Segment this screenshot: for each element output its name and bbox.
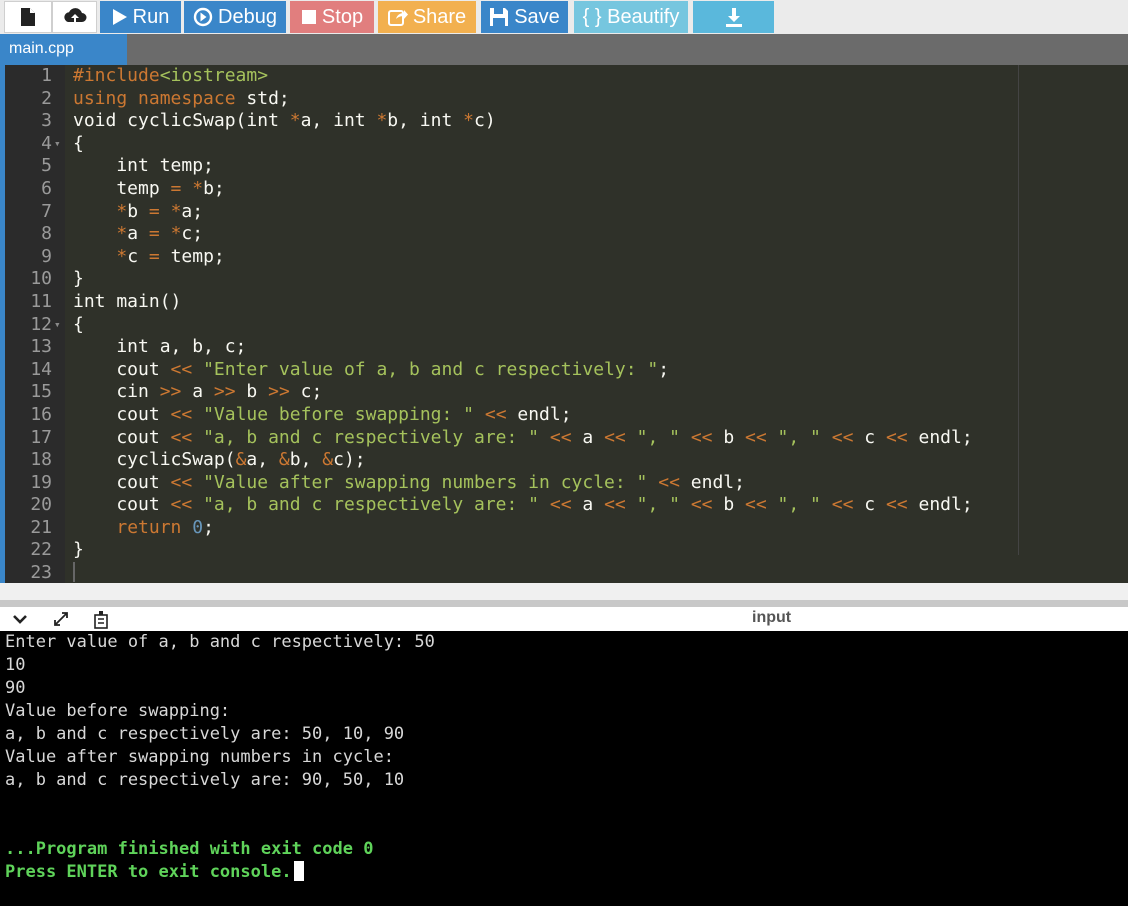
share-label: Share	[412, 5, 467, 28]
beautify-button[interactable]: { } Beautify	[574, 1, 688, 33]
code-line: 20 cout << "a, b and c respectively are:…	[30, 494, 973, 516]
code-line: 1 #include<iostream>	[41, 65, 269, 86]
code-line: 23	[30, 562, 52, 584]
input-label[interactable]: input	[752, 607, 791, 629]
expand-icon[interactable]	[52, 608, 70, 630]
press-enter-prompt: Press ENTER to exit console.	[5, 861, 304, 883]
chevron-down-icon[interactable]	[12, 608, 28, 630]
upload-icon	[63, 8, 87, 26]
code-line: 8 *a = *c;	[41, 223, 204, 245]
console-line: a, b and c respectively are: 50, 10, 90	[5, 724, 405, 744]
console-line: Value after swapping numbers in cycle:	[5, 747, 394, 767]
code-line: 17 cout << "a, b and c respectively are:…	[30, 426, 973, 448]
code-line: 2 using namespace std;	[41, 87, 290, 109]
beautify-label: { } Beautify	[582, 5, 680, 28]
code-line: 3 void cyclicSwap(int *a, int *b, int *c)	[41, 110, 496, 132]
console-line: a, b and c respectively are: 90, 50, 10	[5, 770, 405, 790]
code-line: 5 int temp;	[41, 155, 214, 177]
code-lines: 1 #include<iostream> 2 using namespace std…	[0, 65, 1128, 585]
save-icon	[489, 7, 509, 27]
stop-button[interactable]: Stop	[290, 1, 374, 33]
code-editor[interactable]: 1 #include<iostream> 2 using namespace std…	[0, 65, 1128, 583]
editor-console-separator	[0, 583, 1128, 600]
code-line: 19 cout << "Value after swapping numbers…	[30, 471, 745, 493]
code-line: 13 int a, b, c;	[30, 336, 247, 358]
upload-button[interactable]	[52, 1, 97, 33]
console-line: Enter value of a, b and c respectively: …	[5, 632, 435, 652]
press-enter-text: Press ENTER to exit console.	[5, 862, 292, 882]
program-finished-message: ...Program finished with exit code 0	[5, 839, 374, 859]
share-icon	[387, 8, 408, 26]
console-line: 90	[5, 678, 26, 698]
code-line: 12 ▾{	[30, 313, 84, 337]
console-cursor	[293, 861, 304, 881]
code-line: 11 int main()	[30, 290, 182, 312]
fold-toggle[interactable]: ▾	[54, 314, 61, 337]
save-button[interactable]: Save	[481, 1, 568, 33]
code-line: 14 cout << "Enter value of a, b and c re…	[30, 358, 670, 380]
file-tab-bar: main.cpp	[0, 34, 1128, 65]
play-icon	[112, 8, 128, 26]
run-label: Run	[132, 5, 170, 28]
share-button[interactable]: Share	[378, 1, 476, 33]
code-line: 7 *b = *a;	[41, 200, 204, 222]
stop-icon	[301, 9, 317, 25]
new-file-button[interactable]	[4, 1, 52, 33]
code-line: 4 ▾{	[41, 132, 84, 156]
run-button[interactable]: Run	[100, 1, 181, 33]
text-cursor	[73, 562, 75, 582]
fold-toggle[interactable]: ▾	[54, 133, 61, 156]
console-output[interactable]: Enter value of a, b and c respectively: …	[0, 631, 1128, 906]
download-button[interactable]	[693, 1, 774, 33]
debug-button[interactable]: Debug	[184, 1, 286, 33]
code-line: 18 cyclicSwap(&a, &b, &c);	[30, 449, 366, 471]
console-header: input	[0, 607, 1128, 631]
save-label: Save	[514, 5, 560, 28]
new-file-icon	[20, 7, 36, 27]
download-icon	[724, 7, 744, 27]
stop-label: Stop	[321, 5, 364, 28]
toolbar: Run Debug Stop Share Save { } Beautify	[0, 0, 1128, 34]
panel-splitter[interactable]	[0, 600, 1128, 607]
code-line: 6 temp = *b;	[41, 177, 225, 199]
code-line: 10}	[30, 268, 84, 290]
debug-icon	[193, 7, 213, 27]
console-line: 10	[5, 655, 26, 675]
console-line: Value before swapping:	[5, 701, 231, 721]
code-line: 22}	[30, 539, 84, 561]
debug-label: Debug	[218, 5, 277, 28]
code-line: 21 return 0;	[30, 516, 214, 538]
clear-console-icon[interactable]	[92, 608, 110, 630]
tab-main-cpp[interactable]: main.cpp	[0, 34, 127, 65]
code-line: 15 cin >> a >> b >> c;	[30, 381, 323, 403]
code-line: 16 cout << "Value before swapping: " << …	[30, 403, 572, 425]
code-line: 9 *c = temp;	[41, 245, 225, 267]
